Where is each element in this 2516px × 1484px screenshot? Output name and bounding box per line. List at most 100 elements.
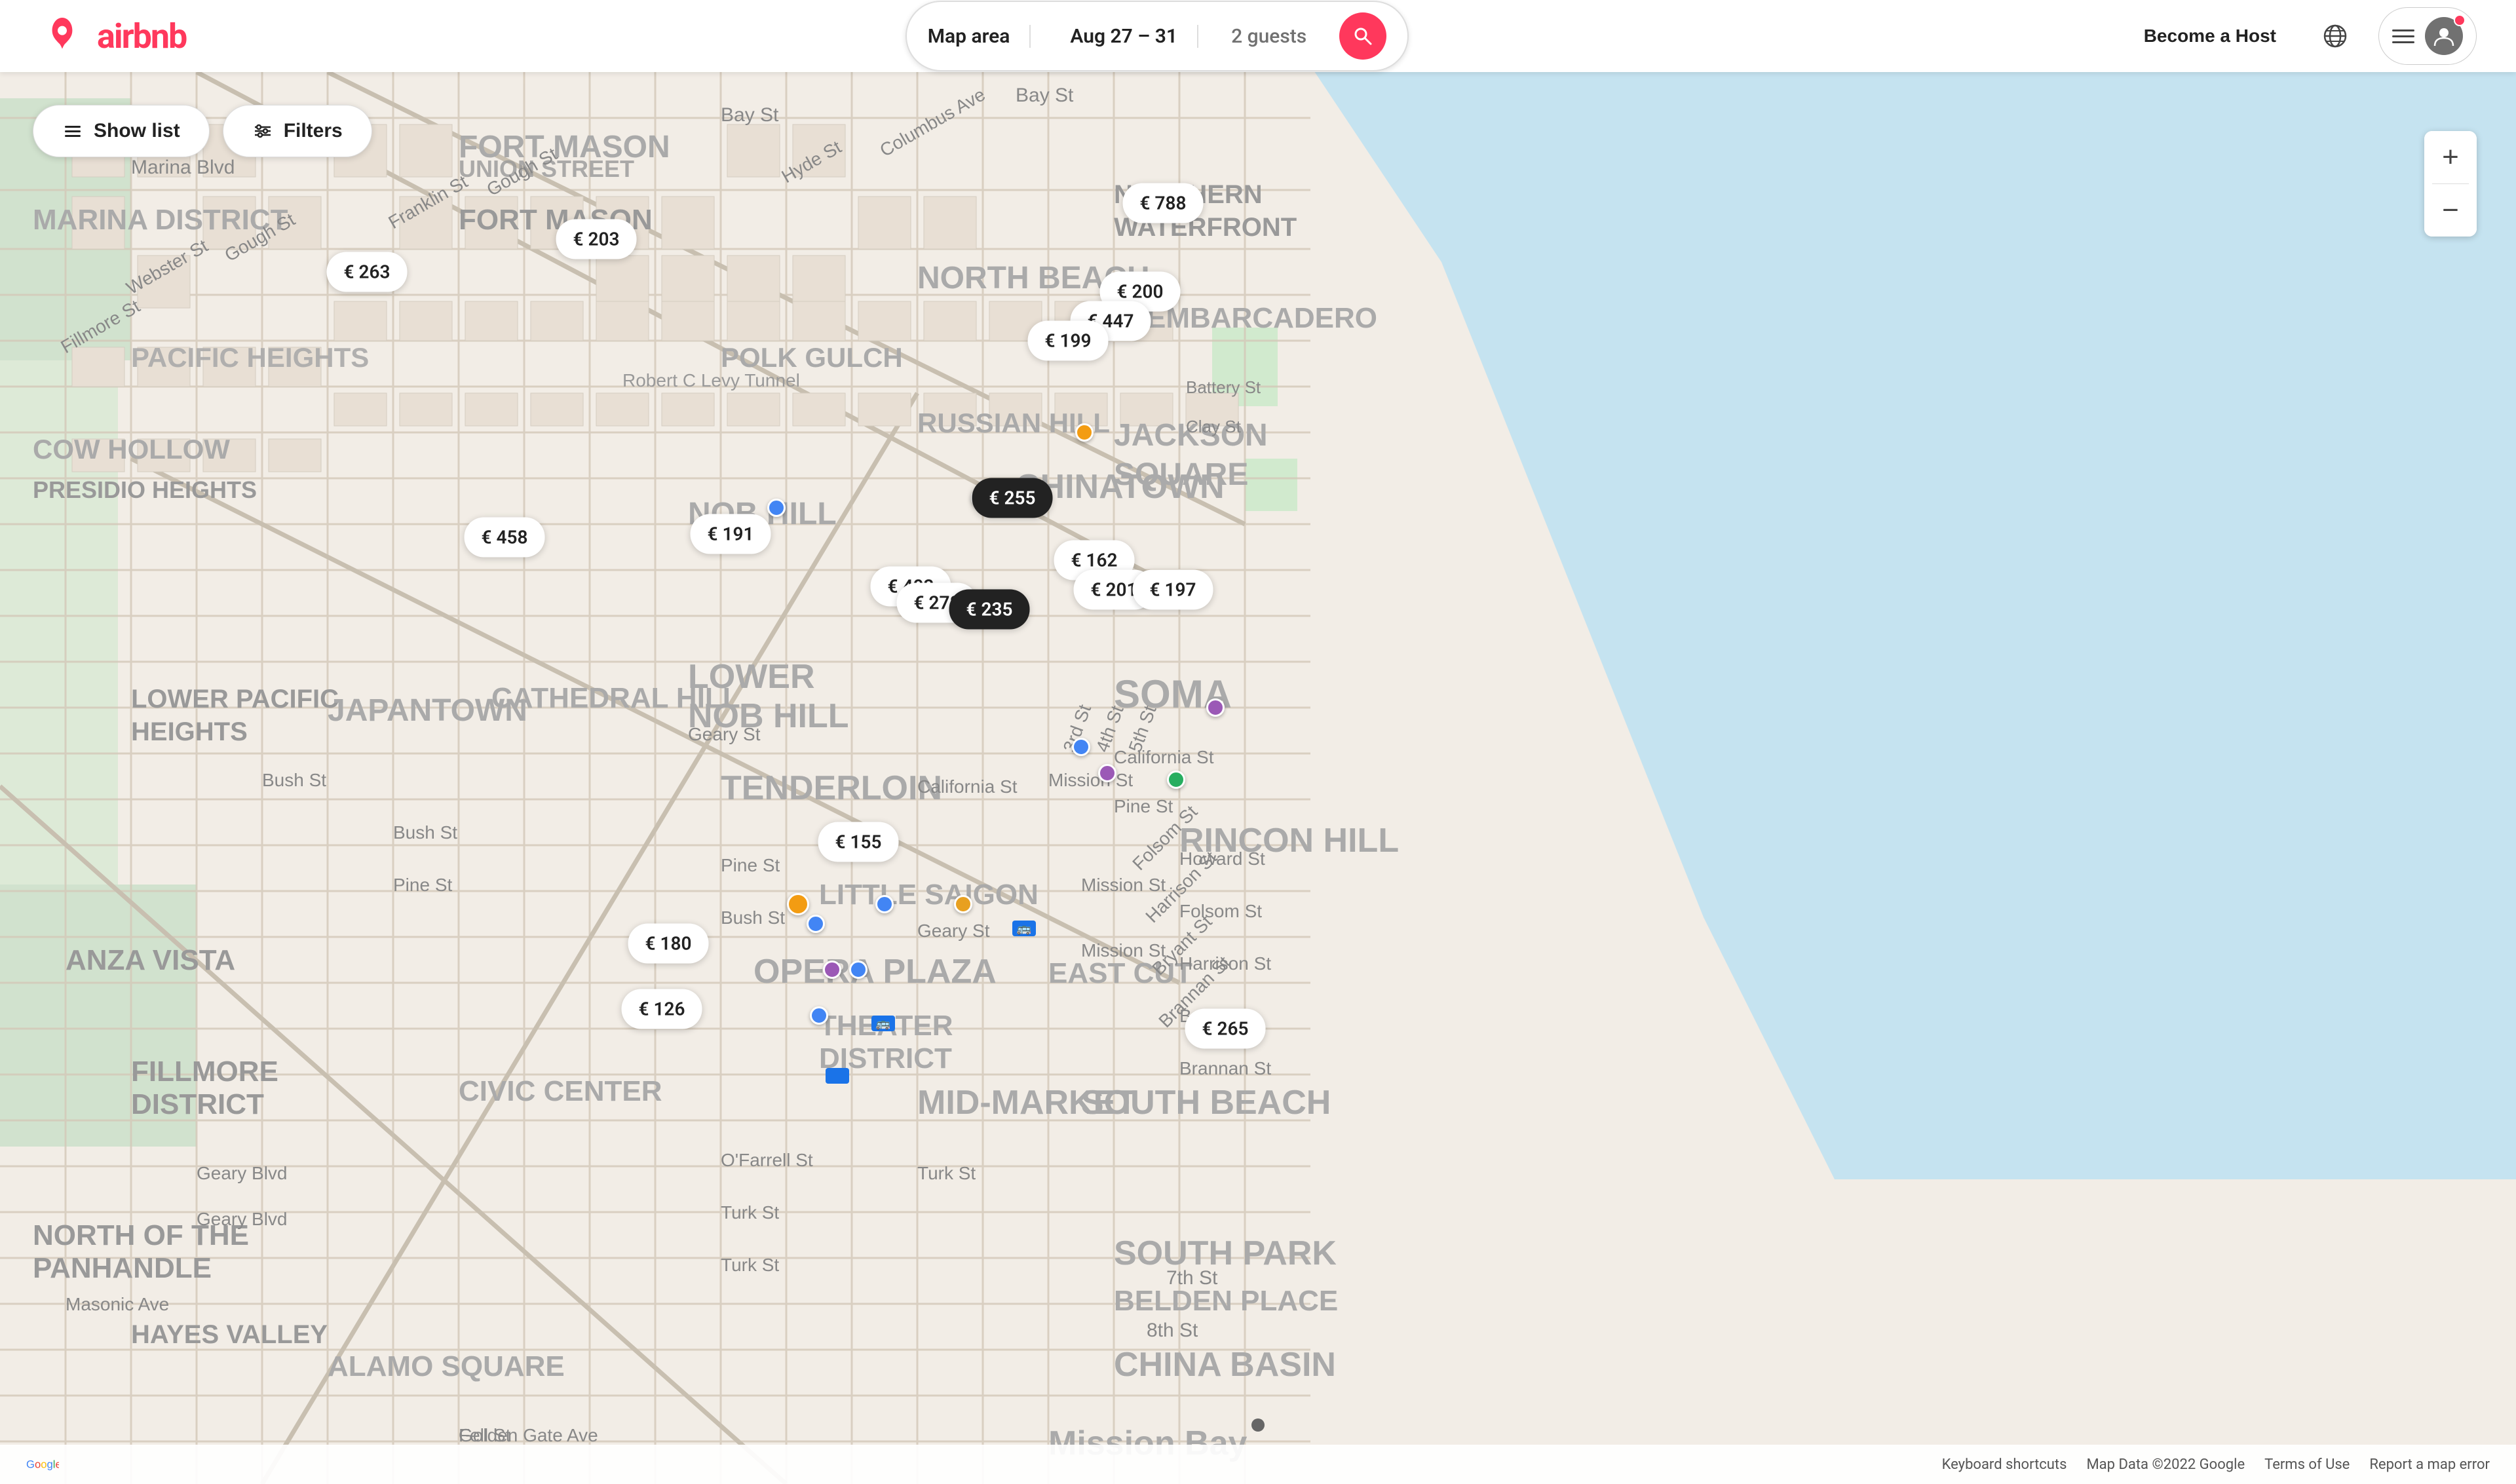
- price-pin-pin-235[interactable]: € 235: [949, 590, 1030, 630]
- price-pin-pin-265[interactable]: € 265: [1185, 1009, 1266, 1049]
- map-dot-blue-4: [807, 915, 825, 933]
- map-data-link[interactable]: Map Data ©2022 Google: [2086, 1456, 2245, 1473]
- svg-text:COW HOLLOW: COW HOLLOW: [33, 434, 230, 465]
- svg-text:Bay St: Bay St: [1016, 85, 1074, 106]
- svg-text:O'Farrell St: O'Farrell St: [721, 1150, 813, 1170]
- svg-text:Bay St: Bay St: [721, 104, 779, 126]
- header-right: Become a Host: [2128, 7, 2477, 65]
- svg-text:California St: California St: [917, 776, 1018, 797]
- price-pin-pin-180[interactable]: € 180: [628, 924, 709, 964]
- svg-text:ALAMO SQUARE: ALAMO SQUARE: [328, 1350, 565, 1382]
- svg-text:FILLMORE: FILLMORE: [131, 1056, 278, 1088]
- map-dot-blue-6: [810, 1006, 828, 1025]
- map-dot-purple-4: [823, 961, 841, 979]
- logo-text: airbnb: [97, 16, 186, 56]
- svg-text:FORT MASON: FORT MASON: [459, 130, 670, 164]
- svg-text:Turk St: Turk St: [917, 1163, 976, 1183]
- menu-profile-button[interactable]: [2378, 7, 2477, 65]
- footer-links: Keyboard shortcuts Map Data ©2022 Google…: [1942, 1456, 2490, 1473]
- svg-text:PANHANDLE: PANHANDLE: [33, 1252, 212, 1284]
- price-pin-pin-199[interactable]: € 199: [1028, 321, 1109, 361]
- price-pin-pin-155[interactable]: € 155: [818, 822, 899, 862]
- svg-text:Geary St: Geary St: [917, 921, 990, 941]
- keyboard-shortcuts-link[interactable]: Keyboard shortcuts: [1942, 1456, 2067, 1473]
- svg-text:HEIGHTS: HEIGHTS: [131, 717, 248, 746]
- svg-text:Pine St: Pine St: [1114, 796, 1173, 816]
- globe-icon: [2322, 23, 2348, 49]
- price-pin-pin-126[interactable]: € 126: [622, 989, 702, 1029]
- search-dates[interactable]: Aug 27 – 31: [1050, 25, 1198, 48]
- map-dot-blue-1: [767, 499, 786, 517]
- svg-text:SOUTH PARK: SOUTH PARK: [1114, 1234, 1337, 1272]
- svg-text:OPERA PLAZA: OPERA PLAZA: [753, 953, 997, 991]
- zoom-out-button[interactable]: −: [2424, 184, 2477, 237]
- google-icon: Google: [26, 1455, 59, 1474]
- user-icon: [2433, 25, 2455, 47]
- terms-link[interactable]: Terms of Use: [2264, 1456, 2350, 1473]
- svg-text:ANZA VISTA: ANZA VISTA: [66, 944, 235, 976]
- globe-button[interactable]: [2312, 12, 2359, 60]
- svg-text:Bush St: Bush St: [721, 907, 785, 928]
- map-dot-orange-3: [954, 895, 972, 913]
- avatar: [2425, 17, 2463, 55]
- svg-text:8th St: 8th St: [1147, 1320, 1198, 1341]
- search-icon: [1353, 26, 1373, 46]
- svg-text:SQUARE: SQUARE: [1114, 457, 1248, 492]
- map-container[interactable]: UNION STREET PACIFIC HEIGHTS PRESIDIO HE…: [0, 0, 2516, 1484]
- svg-text:Geary Blvd: Geary Blvd: [197, 1209, 288, 1229]
- svg-text:Mission St: Mission St: [1081, 875, 1166, 895]
- svg-text:Brannan St: Brannan St: [1179, 1058, 1271, 1078]
- list-icon: [62, 121, 83, 142]
- zoom-in-button[interactable]: +: [2424, 131, 2477, 183]
- show-list-label: Show list: [94, 120, 180, 142]
- svg-text:7th St: 7th St: [1166, 1267, 1218, 1289]
- price-pin-pin-263[interactable]: € 263: [327, 252, 408, 292]
- svg-text:BELDEN PLACE: BELDEN PLACE: [1114, 1285, 1338, 1317]
- transit-dot-1: 🚌: [1012, 921, 1036, 936]
- map-dot-purple-3: [1098, 764, 1116, 782]
- logo[interactable]: airbnb: [39, 13, 186, 59]
- search-guests[interactable]: 2 guests: [1218, 25, 1320, 48]
- map-dot-blue-2: [1072, 738, 1090, 756]
- show-list-button[interactable]: Show list: [33, 105, 210, 157]
- price-pin-pin-458[interactable]: € 458: [465, 518, 545, 558]
- svg-text:Bush St: Bush St: [393, 822, 457, 843]
- svg-text:Geary Blvd: Geary Blvd: [197, 1163, 288, 1183]
- svg-text:Fell St: Fell St: [459, 1425, 511, 1445]
- price-pin-pin-255[interactable]: € 255: [972, 478, 1053, 518]
- price-pin-pin-788[interactable]: € 788: [1123, 183, 1204, 223]
- filters-icon: [252, 121, 273, 142]
- header: airbnb Map area Aug 27 – 31 2 guests Bec…: [0, 0, 2516, 72]
- map-controls: Show list Filters: [33, 105, 372, 157]
- svg-text:Pine St: Pine St: [393, 875, 452, 895]
- svg-text:POLK GULCH: POLK GULCH: [721, 342, 903, 373]
- svg-text:Robert C Levy Tunnel: Robert C Levy Tunnel: [622, 370, 800, 390]
- svg-text:Mission St: Mission St: [1048, 770, 1133, 790]
- svg-text:Bush St: Bush St: [262, 770, 326, 790]
- svg-text:Clay St: Clay St: [1186, 417, 1242, 436]
- svg-text:SOUTH BEACH: SOUTH BEACH: [1081, 1084, 1331, 1122]
- google-logo: Google: [26, 1455, 59, 1474]
- svg-text:LOWER: LOWER: [688, 658, 815, 696]
- svg-text:LITTLE SAIGON: LITTLE SAIGON: [819, 879, 1039, 911]
- search-bar[interactable]: Map area Aug 27 – 31 2 guests: [905, 1, 1409, 71]
- filters-button[interactable]: Filters: [223, 105, 372, 157]
- map-dot-blue-3: [875, 895, 894, 913]
- svg-text:Turk St: Turk St: [721, 1202, 779, 1223]
- airbnb-logo-icon: [39, 13, 85, 59]
- search-map-area[interactable]: Map area: [928, 25, 1031, 48]
- svg-text:Turk St: Turk St: [721, 1255, 779, 1275]
- transit-dot-3: [826, 1068, 849, 1084]
- svg-text:Mission St: Mission St: [1081, 940, 1166, 961]
- svg-text:Battery St: Battery St: [1186, 377, 1261, 397]
- price-pin-pin-197[interactable]: € 197: [1133, 570, 1213, 610]
- svg-text:LOWER PACIFIC: LOWER PACIFIC: [131, 685, 339, 713]
- notification-badge: [2454, 14, 2466, 26]
- report-error-link[interactable]: Report a map error: [2369, 1456, 2490, 1473]
- svg-text:Masonic Ave: Masonic Ave: [66, 1294, 169, 1314]
- price-pin-pin-203[interactable]: € 203: [556, 219, 637, 259]
- become-host-button[interactable]: Become a Host: [2128, 15, 2292, 57]
- price-pin-pin-191[interactable]: € 191: [691, 514, 771, 554]
- svg-text:TENDERLOIN: TENDERLOIN: [721, 769, 942, 807]
- search-button[interactable]: [1339, 12, 1386, 60]
